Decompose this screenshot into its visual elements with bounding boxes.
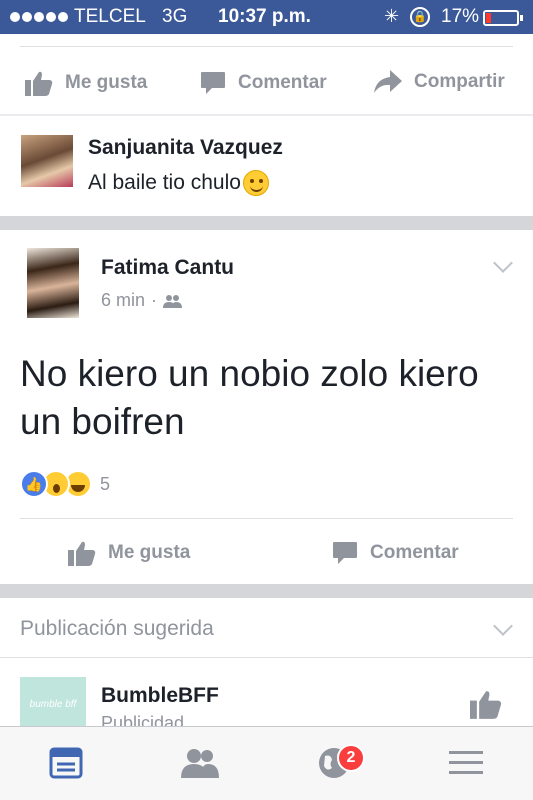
friend-requests-tab[interactable] bbox=[180, 744, 220, 782]
like-reaction-icon: 👍 bbox=[20, 470, 48, 498]
battery-percent: 17% bbox=[441, 6, 480, 27]
post-author-name[interactable]: Fatima Cantu bbox=[101, 256, 234, 280]
comment-text: Al baile tio chulo bbox=[88, 171, 241, 194]
ad-page-name[interactable]: BumbleBFF bbox=[101, 684, 219, 708]
like-label: Me gusta bbox=[108, 542, 191, 563]
suggested-post-header: Publicación sugerida bbox=[20, 617, 214, 640]
share-label: Compartir bbox=[414, 71, 505, 92]
share-arrow-icon bbox=[374, 70, 402, 93]
thumbs-up-icon bbox=[68, 541, 96, 566]
divider bbox=[0, 114, 533, 116]
reaction-summary[interactable]: 👍 5 bbox=[20, 470, 110, 498]
comment-bubble-icon bbox=[201, 72, 225, 94]
smiling-face-icon bbox=[242, 170, 269, 196]
commenter-name[interactable]: Sanjuanita Vazquez bbox=[88, 136, 283, 160]
feed-separator bbox=[0, 584, 533, 598]
battery-icon bbox=[483, 10, 523, 26]
bumblebff-logo[interactable]: bumble bff bbox=[20, 677, 86, 731]
logo-text: bumble bff bbox=[29, 698, 77, 710]
post-text: No kiero un nobio zolo kiero un boifren bbox=[20, 353, 479, 442]
comment-label: Comentar bbox=[370, 542, 459, 563]
friends-icon bbox=[181, 749, 219, 778]
carrier-name: TELCEL bbox=[74, 6, 146, 27]
chevron-down-icon[interactable] bbox=[493, 253, 513, 273]
thumbs-up-icon bbox=[470, 691, 502, 719]
comment-bubble-icon bbox=[333, 542, 357, 564]
menu-icon bbox=[449, 751, 483, 774]
menu-tab[interactable] bbox=[446, 744, 486, 782]
clock: 10:37 p.m. bbox=[218, 6, 311, 27]
comment-body: Al baile tio chulo bbox=[88, 170, 269, 196]
reaction-count: 5 bbox=[100, 473, 111, 494]
activity-indicator-icon: ✳ bbox=[384, 6, 400, 26]
divider bbox=[20, 46, 513, 47]
feed-separator bbox=[0, 216, 533, 230]
comment-label: Comentar bbox=[238, 72, 327, 93]
post-time[interactable]: 6 min bbox=[101, 290, 145, 311]
like-label: Me gusta bbox=[65, 72, 148, 93]
post-comment-button[interactable]: Comentar bbox=[332, 540, 459, 566]
page-like-button[interactable] bbox=[470, 688, 502, 725]
like-button[interactable]: Me gusta bbox=[25, 70, 147, 96]
divider bbox=[20, 518, 513, 519]
post-like-button[interactable]: Me gusta bbox=[68, 540, 190, 566]
comment-button[interactable]: Comentar bbox=[200, 70, 327, 96]
signal-strength-icon bbox=[10, 12, 68, 22]
post-meta: 6 min · bbox=[101, 290, 183, 311]
thumbs-up-icon bbox=[25, 71, 53, 96]
status-bar: TELCEL 3G 10:37 p.m. ✳ 🔒 17% bbox=[0, 0, 533, 34]
network-type: 3G bbox=[162, 6, 188, 27]
divider bbox=[0, 657, 533, 658]
friends-icon bbox=[163, 294, 183, 308]
commenter-avatar[interactable] bbox=[21, 135, 73, 187]
news-feed-icon bbox=[49, 747, 83, 779]
meta-separator: · bbox=[151, 290, 158, 310]
post-author-avatar[interactable] bbox=[27, 248, 79, 318]
rotation-lock-icon: 🔒 bbox=[410, 7, 430, 27]
share-button[interactable]: Compartir bbox=[374, 70, 505, 94]
news-feed-tab[interactable] bbox=[46, 744, 86, 782]
chevron-down-icon[interactable] bbox=[493, 616, 513, 636]
notification-badge: 2 bbox=[337, 744, 365, 772]
